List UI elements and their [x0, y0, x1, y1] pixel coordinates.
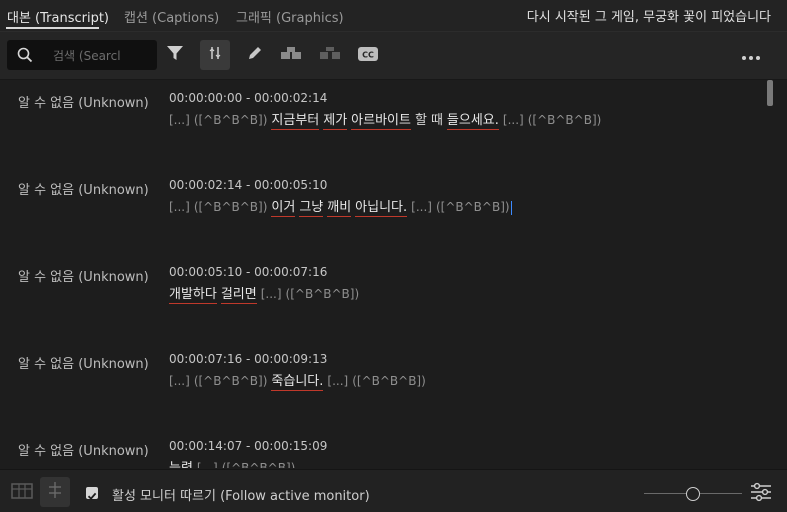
nonspeech-token[interactable]: [...]	[261, 287, 282, 301]
svg-text:CC: CC	[362, 50, 374, 59]
speaker-label[interactable]: 알 수 없음 (Unknown)	[18, 266, 149, 285]
checkmark-icon	[87, 492, 97, 500]
transcript-text[interactable]: 개발하다 걸리면 [...] ([^B^B^B])	[169, 283, 363, 304]
split-segment-button[interactable]	[200, 40, 230, 70]
split-icon	[319, 45, 341, 65]
transcript-word[interactable]: 능력	[169, 461, 193, 468]
transcript-text[interactable]: [...] ([^B^B^B]) 지금부터 제가 아르바이트 할 때 들으세요. [...]([…	[169, 109, 605, 130]
grid-icon	[11, 481, 33, 503]
nonspeech-token[interactable]: [...]	[169, 200, 190, 214]
merge-segments-button[interactable]	[276, 40, 306, 70]
nonspeech-token[interactable]: ([^B^B^B])	[222, 461, 296, 468]
tree-icon	[46, 481, 64, 503]
timecode: 00:00:14:07 - 00:00:15:09	[169, 439, 328, 453]
panel-tab-bar: 대본 (Transcript) 캡션 (Captions) 그래픽 (Graph…	[0, 0, 787, 32]
bottom-bar: 활성 모니터 따르기 (Follow active monitor)	[0, 469, 787, 512]
split-segments-button[interactable]	[315, 40, 345, 70]
transcript-word[interactable]: 할	[415, 113, 427, 128]
transcript-word[interactable]: 제가	[323, 113, 348, 130]
search-box[interactable]	[7, 40, 157, 70]
transcript-entry[interactable]: 알 수 없음 (Unknown) 00:00:05:10 - 00:00:07:…	[0, 254, 760, 341]
speaker-label[interactable]: 알 수 없음 (Unknown)	[18, 179, 149, 198]
active-tab-indicator	[6, 27, 99, 29]
split-segment-icon	[207, 45, 223, 65]
nonspeech-token[interactable]: ([^B^B^B])	[194, 113, 268, 127]
nonspeech-token[interactable]: [...]	[197, 461, 218, 468]
scrollbar[interactable]	[765, 80, 775, 468]
sync-transcript-button[interactable]	[10, 480, 34, 504]
tab-captions[interactable]: 캡션 (Captions)	[124, 7, 219, 26]
filter-icon	[166, 44, 184, 66]
timecode: 00:00:00:00 - 00:00:02:14	[169, 91, 328, 105]
transcript-entry[interactable]: 알 수 없음 (Unknown) 00:00:02:14 - 00:00:05:…	[0, 167, 760, 254]
tab-transcript[interactable]: 대본 (Transcript)	[7, 7, 109, 26]
transcript-word[interactable]: 지금부터	[271, 113, 320, 130]
transcript-word[interactable]: 죽습니다.	[271, 374, 324, 391]
captions-button[interactable]: CC	[353, 40, 383, 70]
zoom-slider-knob[interactable]	[686, 487, 700, 501]
filter-button[interactable]	[160, 40, 190, 70]
transcript-list: 알 수 없음 (Unknown) 00:00:00:00 - 00:00:02:…	[0, 80, 787, 468]
more-options-button[interactable]	[736, 40, 766, 70]
nonspeech-token[interactable]: ([^B^B^B])	[436, 200, 510, 214]
more-icon	[741, 46, 761, 65]
transcript-word[interactable]: 걸리면	[220, 287, 257, 304]
speaker-label[interactable]: 알 수 없음 (Unknown)	[18, 440, 149, 459]
nonspeech-token[interactable]: [...]	[503, 113, 524, 127]
timecode: 00:00:02:14 - 00:00:05:10	[169, 178, 328, 192]
nonspeech-token[interactable]: [...]	[169, 113, 190, 127]
follow-monitor-label[interactable]: 활성 모니터 따르기 (Follow active monitor)	[112, 485, 370, 504]
cc-icon: CC	[358, 46, 378, 65]
view-settings-button[interactable]	[750, 482, 772, 506]
transcript-toolbar: CC	[0, 32, 787, 80]
nonspeech-token[interactable]: [...]	[169, 374, 190, 388]
speaker-label[interactable]: 알 수 없음 (Unknown)	[18, 353, 149, 372]
transcript-entry[interactable]: 알 수 없음 (Unknown) 00:00:14:07 - 00:00:15:…	[0, 428, 760, 468]
tab-graphics[interactable]: 그래픽 (Graphics)	[236, 7, 344, 26]
transcript-word[interactable]: 개발하다	[169, 287, 217, 304]
linked-selection-button[interactable]	[40, 477, 70, 507]
nonspeech-token[interactable]: ([^B^B^B])	[352, 374, 426, 388]
pencil-icon	[246, 44, 264, 66]
timecode: 00:00:07:16 - 00:00:09:13	[169, 352, 328, 366]
follow-monitor-checkbox[interactable]	[86, 487, 98, 500]
transcript-word[interactable]: 아르바이트	[351, 113, 411, 130]
transcript-word[interactable]: 깨비	[327, 200, 352, 217]
transcript-word[interactable]: 들으세요.	[446, 113, 499, 130]
transcript-word[interactable]: 아닙니다.	[355, 200, 408, 217]
search-icon	[17, 47, 33, 67]
scrollbar-thumb[interactable]	[767, 80, 773, 106]
transcript-word[interactable]: 때	[431, 113, 443, 128]
text-cursor	[510, 200, 512, 215]
transcript-entry[interactable]: 알 수 없음 (Unknown) 00:00:00:00 - 00:00:02:…	[0, 80, 760, 167]
search-input[interactable]	[51, 46, 155, 66]
merge-icon	[280, 45, 302, 65]
timecode: 00:00:05:10 - 00:00:07:16	[169, 265, 328, 279]
edit-button[interactable]	[240, 40, 270, 70]
transcript-text[interactable]: 능력 [...] ([^B^B^B])	[169, 457, 299, 468]
transcript-word[interactable]: 이거	[271, 200, 296, 217]
transcript-text[interactable]: [...] ([^B^B^B]) 죽습니다. [...] ([^B^B^B])	[169, 370, 430, 391]
transcript-text[interactable]: [...] ([^B^B^B]) 이거 그냥 깨비 아닙니다. [...] ([^B^B^B]…	[169, 196, 516, 217]
sequence-title: 다시 시작된 그 게임, 무궁화 꽃이 피었습니다	[526, 10, 771, 25]
sliders-icon	[750, 482, 772, 506]
nonspeech-token[interactable]: ([^B^B^B])	[194, 374, 268, 388]
nonspeech-token[interactable]: [...]	[411, 200, 432, 214]
nonspeech-token[interactable]: ([^B^B^B])	[286, 287, 360, 301]
speaker-label[interactable]: 알 수 없음 (Unknown)	[18, 92, 149, 111]
nonspeech-token[interactable]: ([^B^B^B])	[528, 113, 602, 127]
transcript-entry[interactable]: 알 수 없음 (Unknown) 00:00:07:16 - 00:00:09:…	[0, 341, 760, 428]
nonspeech-token[interactable]: [...]	[327, 374, 348, 388]
nonspeech-token[interactable]: ([^B^B^B])	[194, 200, 268, 214]
transcript-word[interactable]: 그냥	[299, 200, 324, 217]
